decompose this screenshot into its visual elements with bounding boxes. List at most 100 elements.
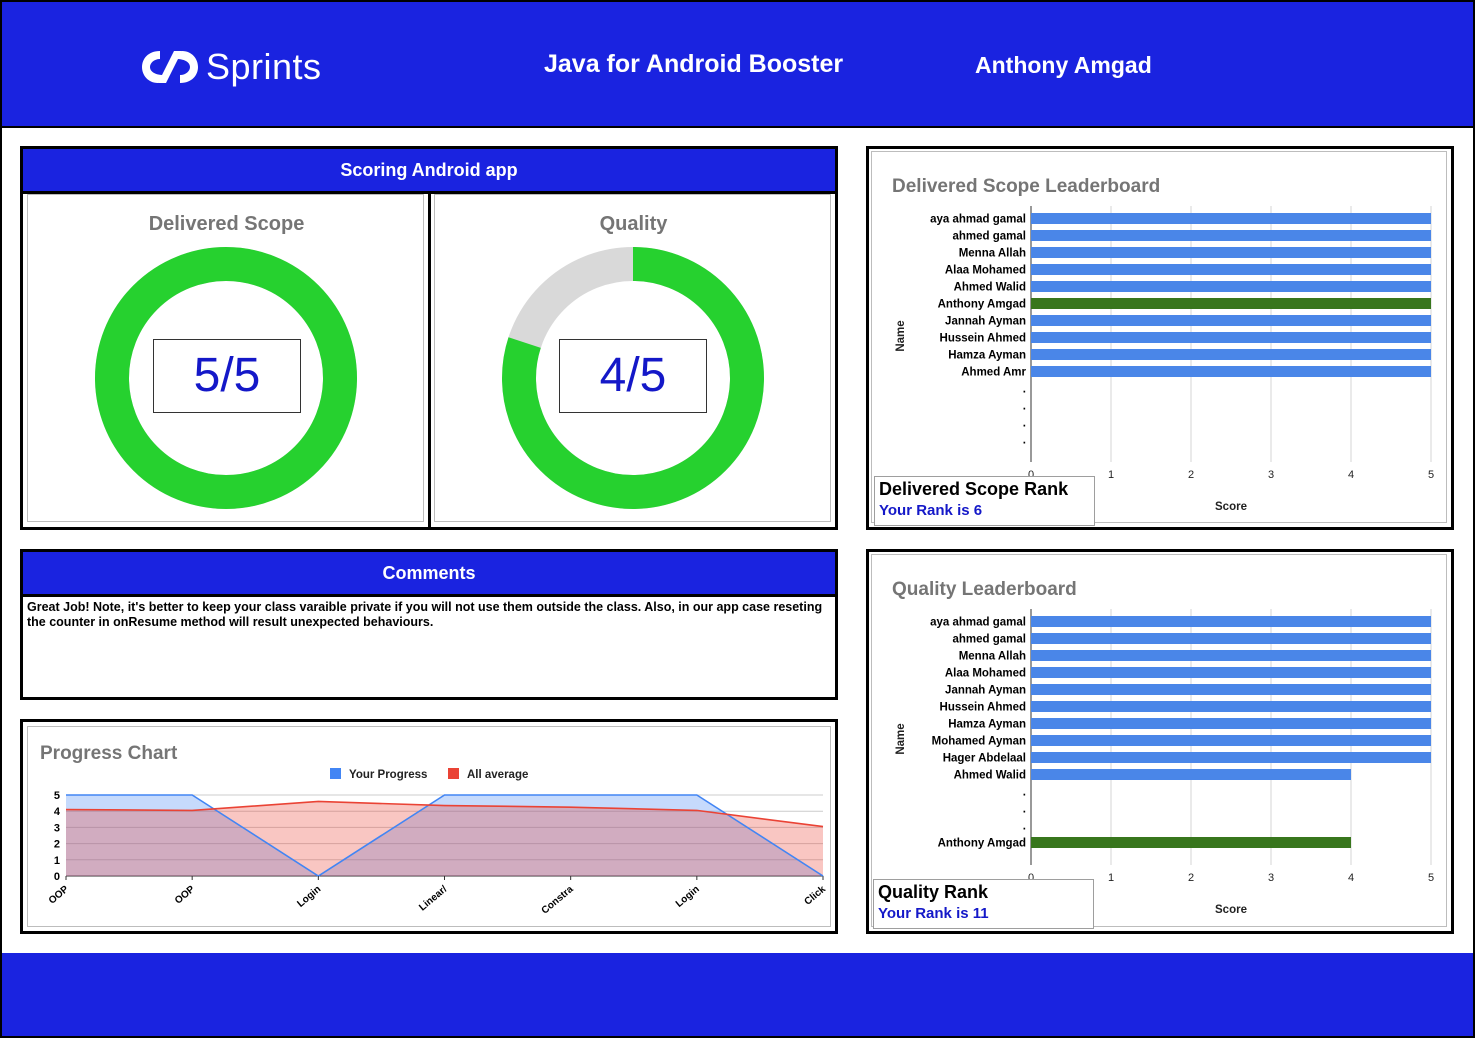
y-axis-label: Name: [895, 723, 907, 754]
bar: [1031, 684, 1431, 695]
bar: [1031, 633, 1431, 644]
row-label: aya ahmad gamal: [930, 214, 1026, 226]
bar: [1031, 366, 1431, 377]
footer-bar: [2, 953, 1473, 1036]
bar: [1031, 701, 1431, 712]
quality-score: 4/5: [559, 339, 707, 413]
quality-rank-title: Quality Rank: [878, 882, 989, 902]
y-tick-label: 1: [54, 855, 60, 867]
x-tick-label: 1: [1108, 872, 1114, 884]
quality-leaderboard-chart: Quality Leaderboard0 1 2 3 4 5aya ahmad gamal…: [892, 579, 1434, 916]
row-label: Ahmed Amr: [961, 367, 1026, 379]
comment-text: Great Job! Note, it's better to keep you…: [27, 600, 823, 629]
row-label: .: [1023, 401, 1026, 413]
y-tick-label: 3: [54, 822, 60, 834]
row-label: Jannah Ayman: [945, 685, 1026, 697]
logo-text: Sprints: [206, 46, 322, 87]
legend-swatch: [330, 768, 341, 779]
x-tick-label: 3: [1268, 469, 1274, 481]
bar: [1031, 735, 1431, 746]
x-tick-label: 4: [1348, 872, 1354, 884]
bar: [1031, 230, 1431, 241]
scoring-panel: Scoring Android app Delivered Scope 5/5 …: [20, 146, 838, 530]
delivered-scope-card: Delivered Scope 5/5: [27, 194, 424, 522]
scoring-divider: [428, 191, 431, 527]
row-label: Hamza Ayman: [948, 719, 1026, 731]
bar: [1031, 264, 1431, 275]
row-label: .: [1023, 435, 1026, 447]
row-label: .: [1023, 821, 1026, 833]
quality-title: Quality: [599, 213, 668, 235]
row-label: .: [1023, 787, 1026, 799]
course-title: Java for Android Booster: [544, 50, 844, 78]
row-label: Anthony Amgad: [938, 299, 1026, 311]
bar: [1031, 332, 1431, 343]
row-label: .: [1023, 418, 1026, 430]
delivered-rank-title: Delivered Scope Rank: [879, 479, 1069, 499]
bar: [1031, 650, 1431, 661]
x-tick-label: 3: [1268, 872, 1274, 884]
legend-swatch: [448, 768, 459, 779]
row-label: Hussein Ahmed: [940, 702, 1026, 714]
leaderboard-title: Quality Leaderboard: [892, 579, 1077, 600]
highlighted-bar: [1031, 298, 1431, 309]
header-bar: Sprints Java for Android Booster Anthony…: [2, 2, 1473, 128]
row-label: Ahmed Walid: [954, 282, 1026, 294]
sprints-logo: Sprints: [140, 42, 322, 92]
row-label: Anthony Amgad: [938, 838, 1026, 850]
row-label: ahmed gamal: [953, 231, 1027, 243]
y-tick-label: 2: [54, 839, 60, 851]
leaderboard-title: Delivered Scope Leaderboard: [892, 176, 1160, 197]
delivered-scope-title: Delivered Scope: [148, 213, 305, 235]
x-tick-label: OOP: [173, 884, 197, 907]
x-tick-label: 1: [1108, 469, 1114, 481]
bar: [1031, 281, 1431, 292]
sprints-logo-icon: [142, 51, 198, 83]
row-label: Hamza Ayman: [948, 350, 1026, 362]
delivered-rank-box: Delivered Scope Rank Your Rank is 6: [874, 476, 1095, 526]
x-tick-label: 5: [1428, 872, 1434, 884]
delivered-leaderboard-card: Delivered Scope Leaderboard 0 1 2 3 4 5 aya ahm…: [871, 151, 1447, 526]
comments-title: Comments: [23, 552, 835, 597]
row-label: Menna Allah: [959, 651, 1026, 663]
x-tick-label: Login: [295, 884, 323, 910]
legend-label: All average: [467, 769, 528, 781]
y-axis-label: Name: [895, 320, 907, 351]
bar: [1031, 752, 1431, 763]
bar: [1031, 213, 1431, 224]
row-label: aya ahmad gamal: [930, 617, 1026, 629]
x-tick-label: 2: [1188, 872, 1194, 884]
x-axis-label: Score: [1215, 904, 1247, 916]
bar: [1031, 315, 1431, 326]
x-tick-label: OOP: [47, 884, 71, 907]
progress-chart-panel: Progress Chart Your Progress All average 0 1…: [20, 719, 838, 934]
bar: [1031, 247, 1431, 258]
progress-chart: Progress Chart Your Progress All average 0 1…: [40, 743, 829, 917]
row-label: Hager Abdelaal: [943, 753, 1026, 765]
x-tick-label: 5: [1428, 469, 1434, 481]
progress-chart-title: Progress Chart: [40, 743, 178, 764]
quality-leaderboard-panel: Quality Leaderboard 0 1 2 3 4 5 aya ahmad gamal…: [866, 549, 1454, 934]
row-label: Menna Allah: [959, 248, 1026, 260]
x-tick-label: 2: [1188, 469, 1194, 481]
bar: [1031, 667, 1431, 678]
progress-chart-card: Progress Chart Your Progress All average 0 1…: [27, 726, 831, 927]
bar: [1031, 769, 1351, 780]
x-tick-label: Click: [803, 884, 829, 908]
bar: [1031, 349, 1431, 360]
row-label: Hussein Ahmed: [940, 333, 1026, 345]
y-tick-label: 4: [54, 806, 61, 818]
x-tick-label: 4: [1348, 469, 1354, 481]
row-label: Mohamed Ayman: [932, 736, 1026, 748]
legend-label: Your Progress: [349, 769, 427, 781]
quality-card: Quality 4/5: [434, 194, 831, 522]
row-label: .: [1023, 804, 1026, 816]
student-name: Anthony Amgad: [975, 52, 1152, 78]
row-label: ahmed gamal: [953, 634, 1027, 646]
x-tick-label: Constra: [540, 884, 576, 917]
quality-rank-value: Your Rank is 11: [878, 905, 989, 922]
quality-leaderboard-card: Quality Leaderboard 0 1 2 3 4 5 aya ahmad gamal…: [871, 554, 1447, 929]
y-tick-label: 0: [54, 871, 60, 883]
row-label: .: [1023, 384, 1026, 396]
scoring-title: Scoring Android app: [23, 149, 835, 194]
